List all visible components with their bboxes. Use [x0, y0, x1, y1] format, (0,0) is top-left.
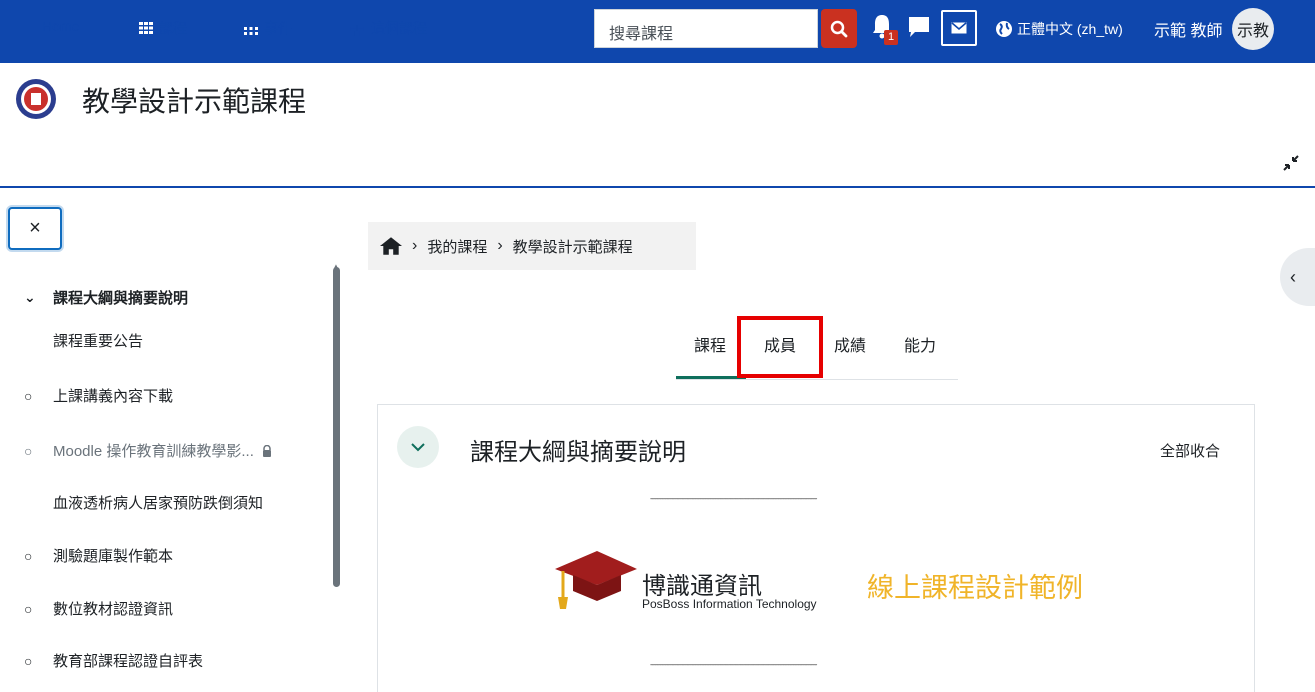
calendar-icon — [242, 19, 260, 37]
chevron-right-icon: › — [412, 237, 418, 254]
tab-grades[interactable]: 成績 — [834, 332, 866, 356]
site-logo[interactable] — [15, 78, 57, 120]
sitemap-icon — [347, 20, 367, 36]
breadcrumb: › 我的課程 › 教學設計示範課程 — [368, 222, 696, 270]
language-label: 正體中文 (zh_tw) — [1017, 21, 1123, 37]
chevron-left-icon: ‹ — [1290, 266, 1296, 287]
brand-name-en: PosBoss Information Technology — [642, 597, 817, 611]
divider-line: ----------------------------------------… — [650, 660, 817, 669]
drawer-item-fall-prevention[interactable]: 血液透析病人居家預防跌倒須知 — [53, 492, 263, 513]
home-icon[interactable] — [380, 237, 402, 255]
drawer-item-label: 上課講義內容下載 — [53, 388, 174, 405]
avatar[interactable]: 示教 — [1232, 8, 1274, 50]
grid-icon — [137, 20, 155, 36]
envelope-icon — [951, 22, 967, 34]
drawer-section-certification-info[interactable]: ○ 數位教材認證資訊 — [24, 598, 173, 619]
nav-courses-label: 課程 — [159, 20, 187, 36]
globe-icon — [996, 21, 1012, 37]
drawer-section-handouts[interactable]: ○ 上課講義內容下載 — [24, 385, 173, 406]
language-menu[interactable]: 正體中文 (zh_tw) — [995, 17, 1123, 41]
drawer-item-label: 數位教材認證資訊 — [53, 601, 174, 618]
primary-navigation — [0, 136, 1315, 188]
site-title[interactable]: 教學設計示範課程 — [82, 80, 306, 120]
close-drawer-button[interactable]: × — [8, 207, 62, 250]
notification-count-badge: 1 — [884, 30, 898, 45]
home-icon — [18, 18, 38, 34]
chevron-down-icon — [411, 443, 425, 452]
open-block-drawer-button[interactable]: ‹ — [1280, 248, 1315, 306]
drawer-item-label: 課程重要公告 — [53, 333, 144, 350]
brand-slogan: 線上課程設計範例 — [867, 573, 1083, 603]
drawer-section-self-evaluation[interactable]: ○ 教育部課程認證自評表 — [24, 650, 203, 671]
lock-icon — [262, 444, 271, 457]
chevron-down-icon: ⌄ — [24, 289, 36, 305]
chevron-right-icon: › — [497, 237, 503, 254]
active-tab-indicator — [676, 376, 746, 379]
nav-this-course[interactable]: 這個課程 — [347, 18, 427, 38]
tab-competencies[interactable]: 能力 — [904, 332, 936, 356]
graduation-cap-logo — [555, 551, 637, 609]
nav-this-course-label: 這個課程 — [371, 20, 427, 36]
tab-course[interactable]: 課程 — [694, 332, 726, 356]
user-name[interactable]: 示範 教師 — [1154, 17, 1222, 41]
chat-icon[interactable] — [907, 15, 931, 39]
compress-icon[interactable] — [1283, 155, 1299, 171]
highlight-box — [737, 316, 823, 378]
messages-button[interactable] — [941, 10, 977, 46]
nav-events-label: 事件 — [264, 20, 292, 36]
drawer-scrollbar[interactable] — [333, 267, 340, 587]
circle-icon: ○ — [24, 442, 33, 459]
circle-icon: ○ — [24, 387, 33, 404]
section-collapse-button[interactable] — [397, 426, 439, 468]
drawer-item-announcements[interactable]: 課程重要公告 — [53, 330, 143, 351]
search-input[interactable]: 搜尋課程 — [594, 9, 818, 48]
drawer-item-label: 教育部課程認證自評表 — [53, 653, 204, 670]
nav-events[interactable]: 事件 — [242, 18, 292, 38]
search-button[interactable] — [821, 9, 857, 48]
drawer-item-label: 課程大綱與摘要說明 — [53, 290, 189, 307]
brand-name-zh: 博識通資訊 — [642, 573, 762, 600]
circle-icon: ○ — [24, 547, 33, 564]
collapse-all-link[interactable]: 全部收合 — [1160, 440, 1220, 461]
nav-home[interactable]: Home — [18, 18, 79, 34]
circle-icon: ○ — [24, 652, 33, 669]
section-title[interactable]: 課程大綱與摘要說明 — [470, 432, 686, 467]
drawer-item-label: 測驗題庫製作範本 — [53, 548, 174, 565]
search-icon — [830, 20, 848, 37]
nav-home-label: Home — [42, 18, 80, 34]
nav-courses[interactable]: 課程 — [137, 18, 187, 38]
drawer-section-syllabus[interactable]: ⌄ 課程大綱與摘要說明 — [24, 287, 188, 308]
drawer-item-label: Moodle 操作教育訓練教學影... — [53, 443, 254, 460]
drawer-section-quiz-template[interactable]: ○ 測驗題庫製作範本 — [24, 545, 173, 566]
divider-line: ----------------------------------------… — [650, 494, 817, 503]
drawer-item-label: 血液透析病人居家預防跌倒須知 — [53, 495, 264, 512]
circle-icon: ○ — [24, 600, 33, 617]
breadcrumb-my-courses[interactable]: 我的課程 — [427, 236, 487, 257]
breadcrumb-current-course[interactable]: 教學設計示範課程 — [513, 236, 633, 257]
drawer-section-moodle-videos[interactable]: ○ Moodle 操作教育訓練教學影... — [24, 440, 272, 461]
